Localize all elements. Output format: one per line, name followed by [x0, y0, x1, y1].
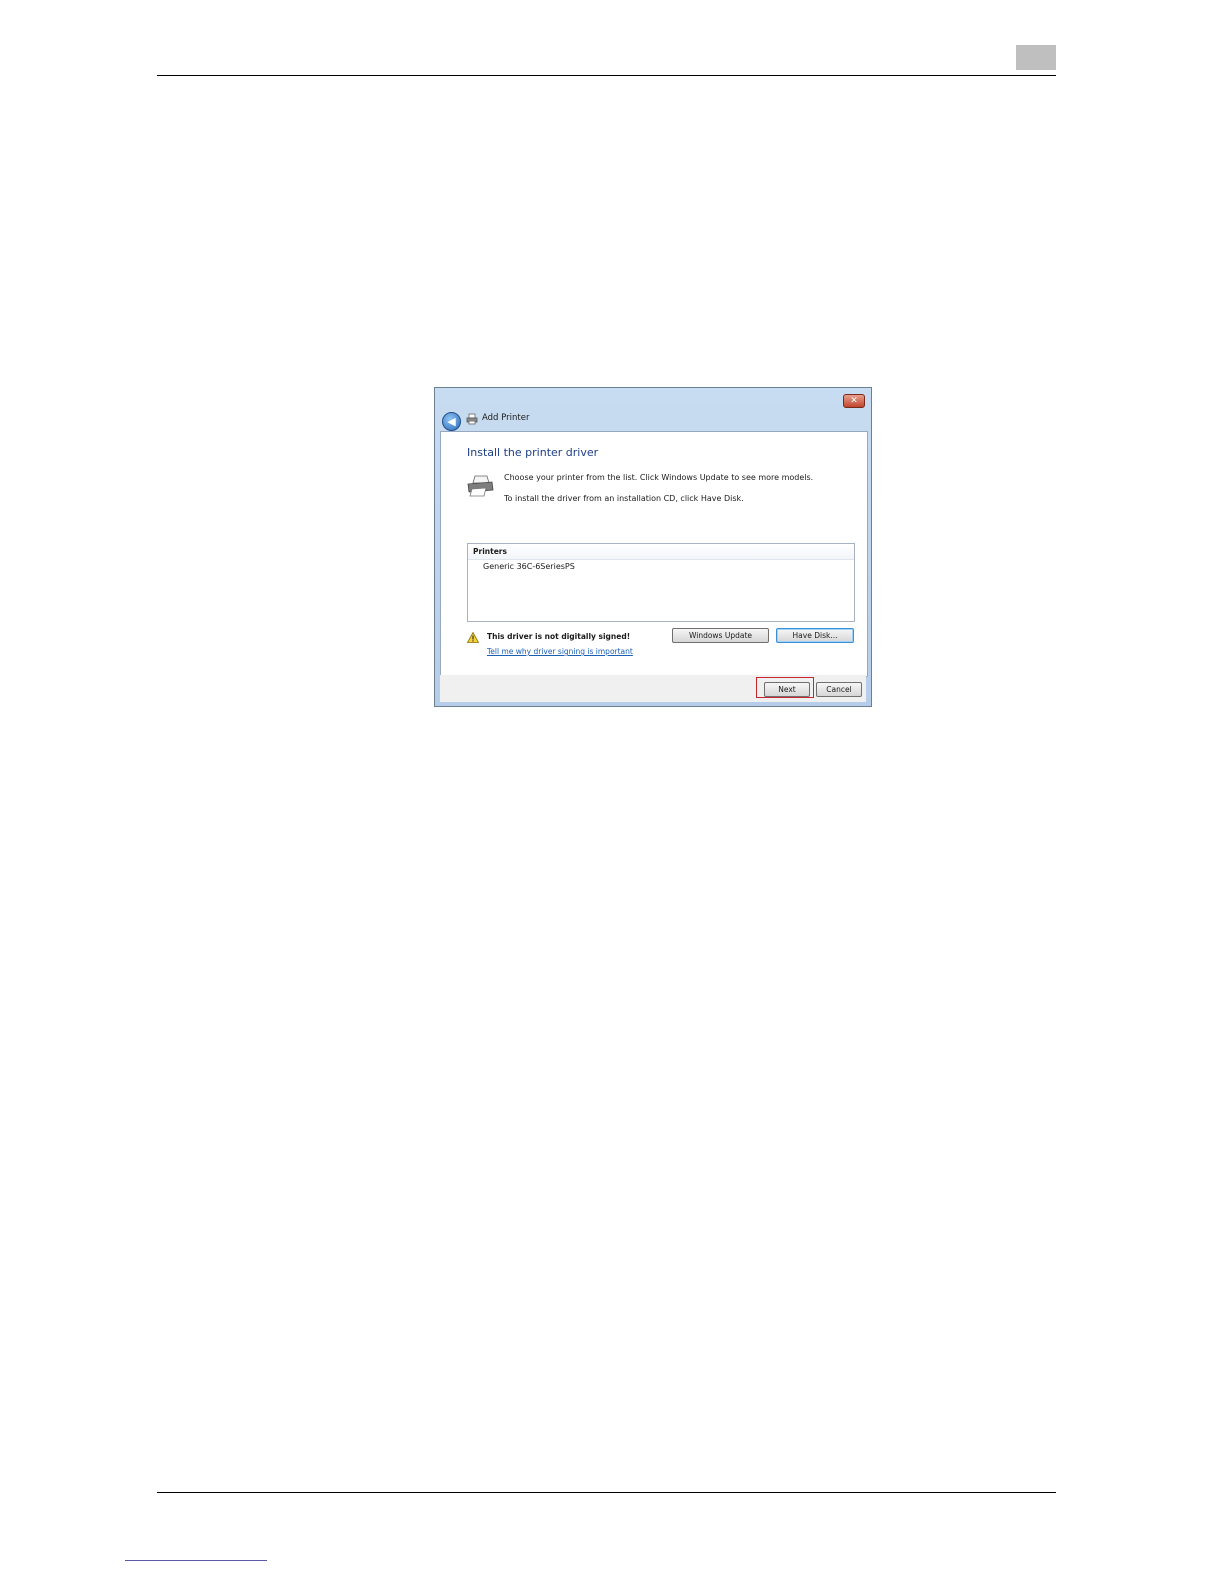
- header-rule: [157, 75, 1056, 76]
- page-title: Install the printer driver: [467, 446, 599, 459]
- back-arrow-icon: ◀: [447, 415, 456, 428]
- printer-icon: [467, 475, 494, 497]
- add-printer-dialog: ✕ ◀ Add Printer Install the printer driv…: [434, 387, 872, 707]
- instruction-text: To install the driver from an installati…: [504, 494, 744, 503]
- printers-list[interactable]: Printers Generic 36C-6SeriesPS: [467, 543, 855, 622]
- warning-icon: [467, 632, 479, 643]
- close-button[interactable]: ✕: [843, 394, 865, 408]
- instruction-text: Choose your printer from the list. Click…: [504, 473, 814, 482]
- cancel-button[interactable]: Cancel: [816, 682, 862, 697]
- next-button-highlight: [756, 677, 814, 698]
- windows-update-button[interactable]: Windows Update: [672, 628, 769, 643]
- close-icon: ✕: [850, 396, 858, 406]
- dialog-content: Install the printer driver Choose your p…: [440, 431, 868, 677]
- back-button[interactable]: ◀: [442, 412, 461, 431]
- dialog-title: Add Printer: [482, 413, 530, 423]
- printer-icon: [466, 413, 478, 425]
- have-disk-button[interactable]: Have Disk...: [776, 628, 854, 643]
- driver-signing-link[interactable]: Tell me why driver signing is important: [487, 647, 633, 656]
- printers-column-header: Printers: [468, 544, 854, 560]
- footer-rule: [157, 1492, 1056, 1493]
- warning-text: This driver is not digitally signed!: [487, 632, 631, 641]
- footer-link-line: [125, 1560, 267, 1561]
- page-header-tab: [1016, 45, 1056, 70]
- list-item[interactable]: Generic 36C-6SeriesPS: [483, 562, 575, 571]
